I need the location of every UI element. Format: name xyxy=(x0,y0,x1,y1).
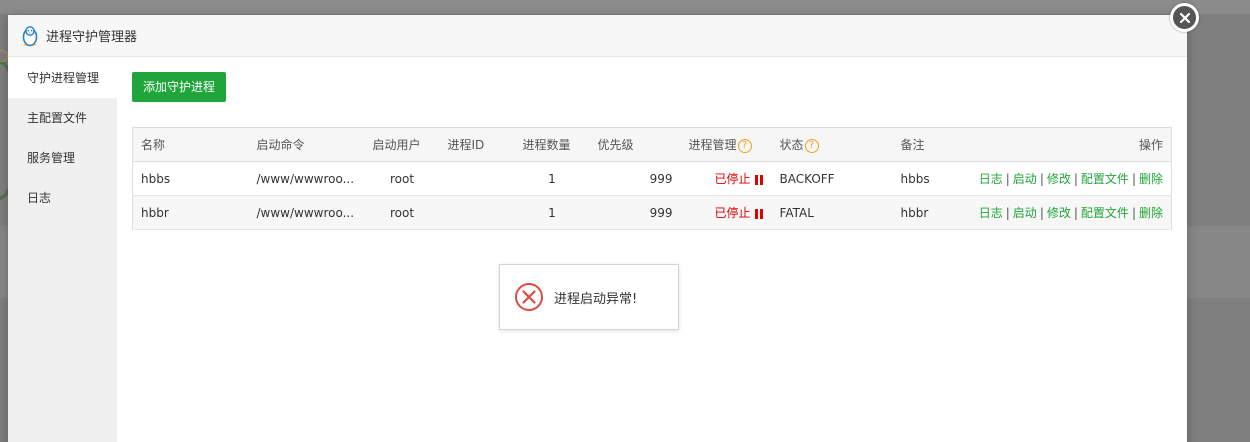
cell-manage: 已停止 xyxy=(680,161,772,196)
sidebar: 守护进程管理 主配置文件 服务管理 日志 xyxy=(8,58,117,442)
cell-pid xyxy=(439,195,515,230)
table-row: hbbs /www/wwwroo... root 1 999 已停止 BACKO… xyxy=(132,161,1172,196)
dialog-titlebar: 进程守护管理器 xyxy=(8,15,1187,57)
cell-count: 1 xyxy=(514,195,590,230)
cell-status: BACKOFF xyxy=(771,161,893,196)
col-header-note: 备注 xyxy=(892,127,953,162)
cell-ops: 日志 | 启动 | 修改 | 配置文件 | 删除 xyxy=(952,161,1172,196)
separator: | xyxy=(1005,172,1010,186)
cell-pid xyxy=(439,161,515,196)
col-header-status: 状态? xyxy=(771,127,893,162)
cell-command: /www/wwwroo... xyxy=(248,195,365,230)
cell-count: 1 xyxy=(514,161,590,196)
cell-note: hbbs xyxy=(892,161,953,196)
start-link[interactable]: 启动 xyxy=(1013,172,1037,186)
delete-link[interactable]: 删除 xyxy=(1139,172,1163,186)
start-link[interactable]: 启动 xyxy=(1013,206,1037,220)
cell-note: hbbr xyxy=(892,195,953,230)
separator: | xyxy=(1131,172,1136,186)
col-header-manage-label: 进程管理 xyxy=(688,138,737,152)
sidebar-item-log[interactable]: 日志 xyxy=(8,178,117,218)
delete-link[interactable]: 删除 xyxy=(1139,206,1163,220)
daemon-table: 名称 启动命令 启动用户 进程ID 进程数量 优先级 进程管理? 状态? 备注 … xyxy=(132,127,1172,230)
main-content: 添加守护进程 名称 启动命令 启动用户 进程ID 进程数量 优先级 进程管理? … xyxy=(132,58,1172,442)
linux-penguin-icon xyxy=(22,25,38,46)
cell-priority: 999 xyxy=(589,195,681,230)
separator: | xyxy=(1131,206,1136,220)
pause-icon[interactable] xyxy=(754,208,764,219)
dialog-title: 进程守护管理器 xyxy=(46,30,138,45)
cell-status: FATAL xyxy=(771,195,893,230)
cell-name: hbbr xyxy=(132,195,249,230)
config-file-link[interactable]: 配置文件 xyxy=(1081,206,1129,220)
separator: | xyxy=(1073,172,1078,186)
col-header-manage: 进程管理? xyxy=(680,127,772,162)
close-icon xyxy=(1179,12,1190,23)
cell-manage: 已停止 xyxy=(680,195,772,230)
col-header-count: 进程数量 xyxy=(514,127,590,162)
sidebar-item-daemon-manage[interactable]: 守护进程管理 xyxy=(8,58,117,98)
error-toast: 进程启动异常! xyxy=(499,264,679,330)
cell-name: hbbs xyxy=(132,161,249,196)
cell-command: /www/wwwroo... xyxy=(248,161,365,196)
col-header-priority: 优先级 xyxy=(589,127,681,162)
col-header-ops: 操作 xyxy=(952,127,1172,162)
sidebar-item-main-config[interactable]: 主配置文件 xyxy=(8,98,117,138)
cell-user: root xyxy=(364,195,440,230)
separator: | xyxy=(1039,206,1044,220)
col-header-pid: 进程ID xyxy=(439,127,515,162)
col-header-user: 启动用户 xyxy=(364,127,440,162)
col-header-name: 名称 xyxy=(132,127,249,162)
edit-link[interactable]: 修改 xyxy=(1047,172,1071,186)
cell-priority: 999 xyxy=(589,161,681,196)
log-link[interactable]: 日志 xyxy=(979,206,1003,220)
col-header-status-label: 状态 xyxy=(779,138,804,152)
table-header-row: 名称 启动命令 启动用户 进程ID 进程数量 优先级 进程管理? 状态? 备注 … xyxy=(132,127,1172,162)
pause-icon[interactable] xyxy=(754,174,764,185)
help-icon[interactable]: ? xyxy=(737,138,752,153)
stopped-status-toggle[interactable]: 已停止 xyxy=(715,206,751,220)
process-manager-dialog: 进程守护管理器 守护进程管理 主配置文件 服务管理 日志 添加守护进程 名称 启… xyxy=(8,15,1187,442)
cell-user: root xyxy=(364,161,440,196)
sidebar-item-service-manage[interactable]: 服务管理 xyxy=(8,138,117,178)
error-circle-x-icon xyxy=(515,283,543,311)
error-message: 进程启动异常! xyxy=(554,291,638,307)
table-row: hbbr /www/wwwroo... root 1 999 已停止 FATAL… xyxy=(132,195,1172,230)
cell-ops: 日志 | 启动 | 修改 | 配置文件 | 删除 xyxy=(952,195,1172,230)
col-header-command: 启动命令 xyxy=(248,127,365,162)
config-file-link[interactable]: 配置文件 xyxy=(1081,172,1129,186)
separator: | xyxy=(1073,206,1078,220)
separator: | xyxy=(1039,172,1044,186)
stopped-status-toggle[interactable]: 已停止 xyxy=(715,172,751,186)
help-icon[interactable]: ? xyxy=(804,138,819,153)
separator: | xyxy=(1005,206,1010,220)
log-link[interactable]: 日志 xyxy=(979,172,1003,186)
add-daemon-button[interactable]: 添加守护进程 xyxy=(132,72,227,102)
close-dialog-button[interactable] xyxy=(1170,3,1199,32)
edit-link[interactable]: 修改 xyxy=(1047,206,1071,220)
